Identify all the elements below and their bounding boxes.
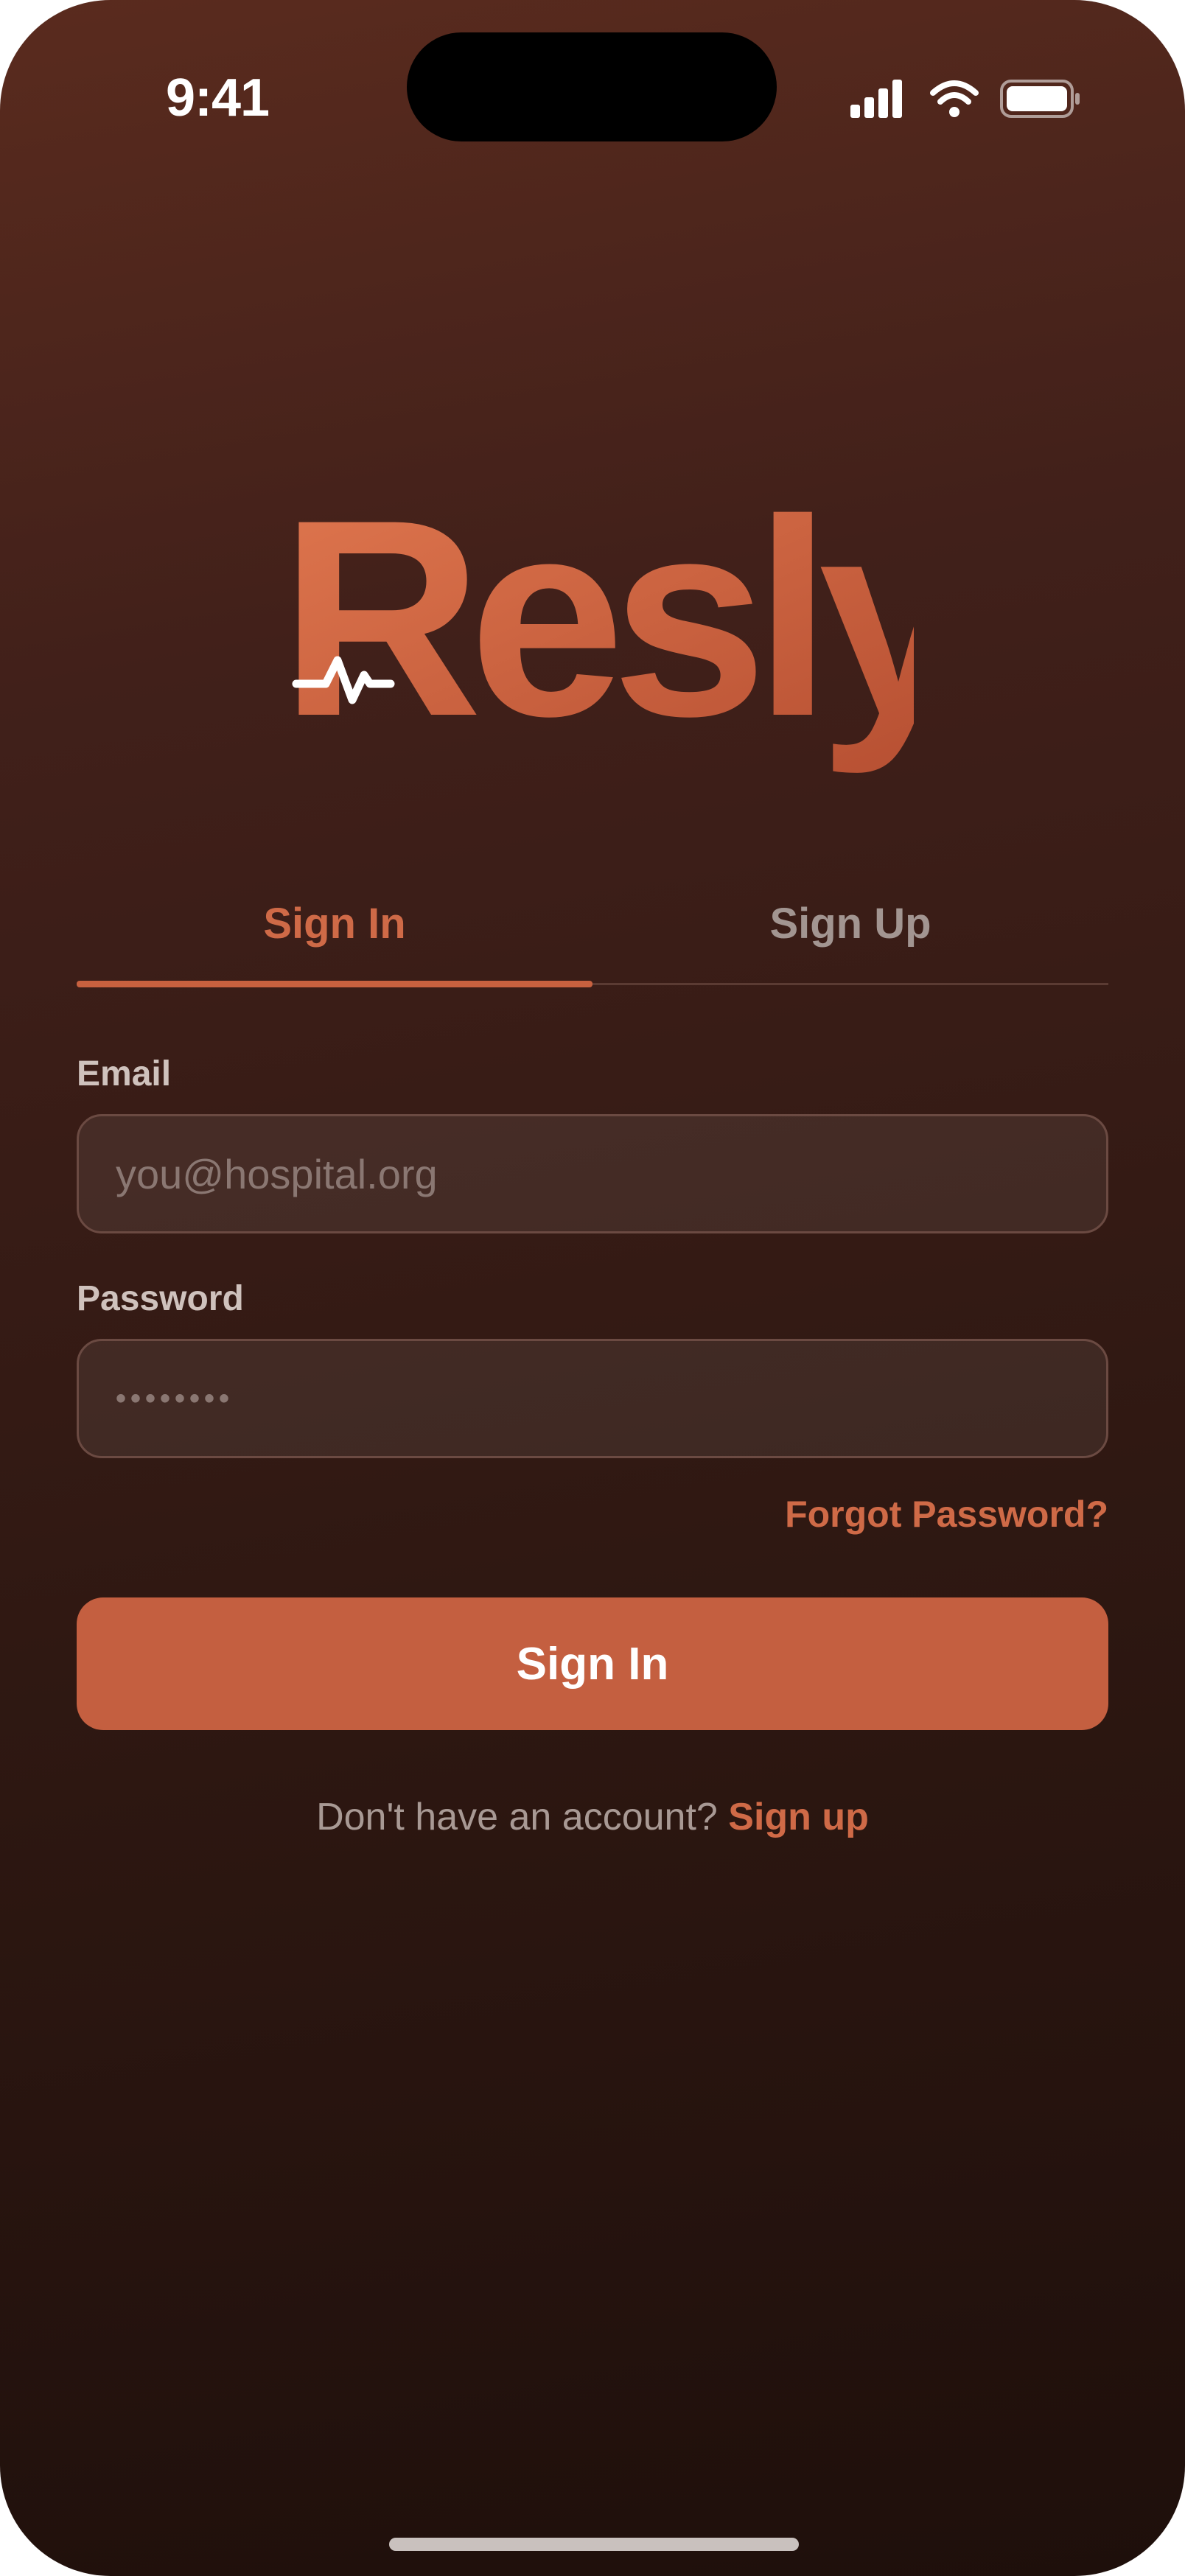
auth-tabs: Sign In Sign Up	[77, 884, 1108, 987]
status-time: 9:41	[165, 69, 270, 127]
password-field[interactable]: ••••••••	[77, 1339, 1108, 1458]
resly-logo: Resly	[280, 501, 914, 776]
password-input[interactable]: ••••••••	[116, 1382, 234, 1415]
signup-prompt-text: Don't have an account?	[316, 1796, 718, 1838]
phone-screen: 9:41 Resly Sign In Sign Up Email you@hos…	[0, 0, 1185, 2576]
sign-up-link[interactable]: Sign up	[728, 1796, 869, 1838]
forgot-password-link[interactable]: Forgot Password?	[785, 1493, 1108, 1536]
tab-sign-up[interactable]: Sign Up	[592, 884, 1108, 983]
email-input[interactable]	[116, 1116, 1106, 1231]
tab-active-indicator	[77, 981, 592, 987]
signal-icon	[850, 80, 902, 118]
logo-wordmark: Resly	[280, 501, 914, 776]
tab-sign-in[interactable]: Sign In	[77, 884, 592, 983]
status-icons	[847, 77, 1083, 121]
home-indicator[interactable]	[389, 2538, 799, 2551]
wifi-icon	[930, 80, 979, 117]
password-label: Password	[77, 1279, 244, 1318]
sign-in-button[interactable]: Sign In	[77, 1597, 1108, 1730]
email-label: Email	[77, 1054, 172, 1093]
battery-icon	[1000, 80, 1080, 118]
dynamic-island	[407, 32, 777, 141]
email-field[interactable]	[77, 1114, 1108, 1233]
signup-prompt: Don't have an account? Sign up	[0, 1795, 1185, 1839]
